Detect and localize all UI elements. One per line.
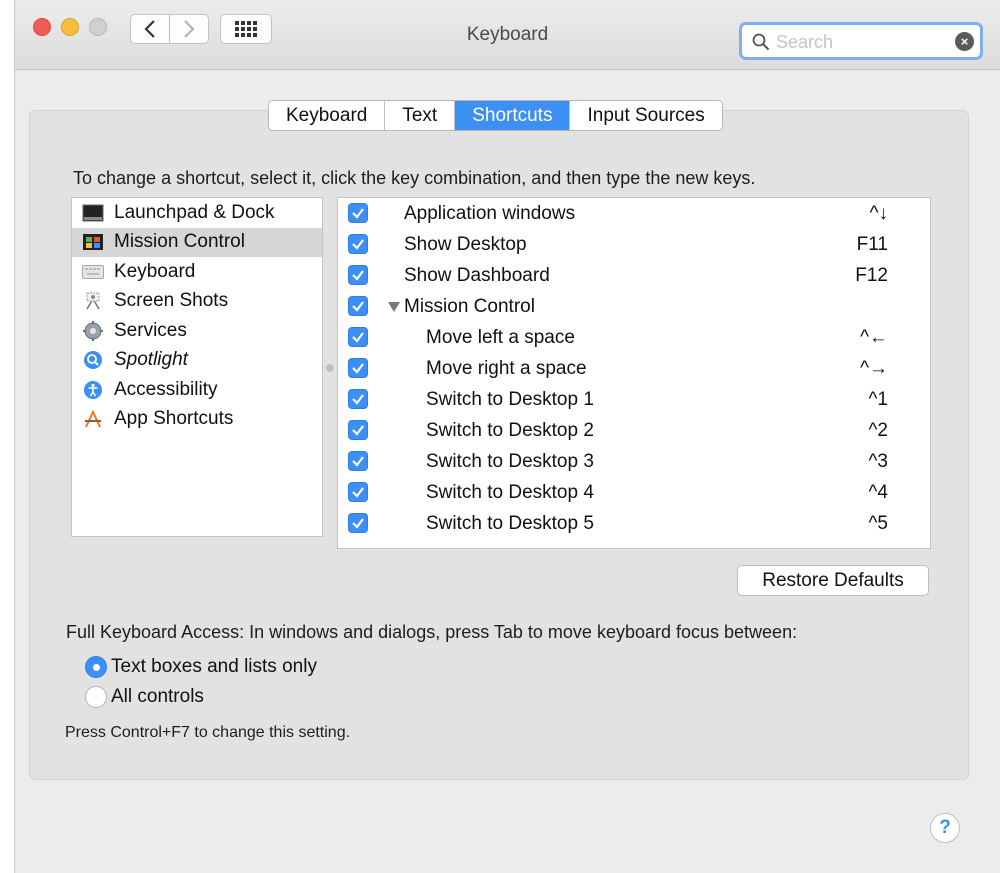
checkmark-icon [352, 239, 364, 250]
category-app-shortcuts[interactable]: App Shortcuts [72, 405, 322, 435]
keyboard-icon [82, 262, 104, 282]
shortcut-row[interactable]: Show Desktop F11 [338, 229, 930, 260]
shortcut-row[interactable]: Move right a space ^→ [338, 353, 930, 384]
shortcut-checkbox[interactable] [348, 265, 368, 285]
radio-text-boxes-only[interactable]: Text boxes and lists only [85, 656, 317, 678]
category-screen-shots[interactable]: Screen Shots [72, 287, 322, 317]
app-store-icon [82, 409, 104, 429]
shortcut-row[interactable]: Show Dashboard F12 [338, 260, 930, 291]
preferences-window: Keyboard × Keyboard Text Shortcuts Input… [14, 0, 1000, 873]
shortcut-label: Move right a space [426, 358, 587, 379]
checkmark-icon [352, 456, 364, 467]
shortcut-row[interactable]: Switch to Desktop 3 ^3 [338, 446, 930, 477]
shortcut-checkbox[interactable] [348, 296, 368, 316]
shortcut-label: Switch to Desktop 2 [426, 420, 594, 441]
shortcut-checkbox[interactable] [348, 389, 368, 409]
shortcut-key[interactable]: ^4 [869, 482, 888, 504]
category-services[interactable]: Services [72, 316, 322, 346]
full-keyboard-access-label: Full Keyboard Access: In windows and dia… [66, 622, 798, 642]
shortcut-checkbox[interactable] [348, 234, 368, 254]
checkmark-icon [352, 487, 364, 498]
shortcut-list: Application windows ^↓ Show Desktop F11 … [337, 197, 931, 549]
tab-bar: Keyboard Text Shortcuts Input Sources [268, 100, 723, 131]
shortcut-key[interactable]: ^5 [869, 513, 888, 535]
shortcut-group-label: Mission Control [404, 296, 535, 317]
checkmark-icon [352, 208, 364, 219]
shortcut-row[interactable]: Switch to Desktop 1 ^1 [338, 384, 930, 415]
shortcut-checkbox[interactable] [348, 420, 368, 440]
radio-button-selected[interactable] [85, 656, 107, 678]
category-spotlight[interactable]: Spotlight [72, 346, 322, 376]
tab-shortcuts[interactable]: Shortcuts [455, 101, 571, 130]
shortcut-key[interactable]: ^↓ [870, 203, 888, 225]
shortcut-checkbox[interactable] [348, 203, 368, 223]
shortcut-checkbox[interactable] [348, 482, 368, 502]
radio-label: All controls [111, 686, 204, 707]
shortcut-key[interactable]: ^2 [869, 420, 888, 442]
search-icon [752, 33, 770, 51]
launchpad-dock-icon [82, 203, 104, 223]
checkmark-icon [352, 332, 364, 343]
disclosure-triangle-icon[interactable] [388, 302, 400, 312]
shortcut-label: Switch to Desktop 5 [426, 513, 594, 534]
shortcut-row[interactable]: Application windows ^↓ [338, 198, 930, 229]
shortcut-label: Application windows [404, 203, 576, 224]
radio-button[interactable] [85, 686, 107, 708]
shortcut-checkbox[interactable] [348, 327, 368, 347]
checkmark-icon [352, 363, 364, 374]
tab-text[interactable]: Text [385, 101, 456, 130]
checkmark-icon [352, 270, 364, 281]
category-accessibility[interactable]: Accessibility [72, 375, 322, 405]
shortcut-checkbox[interactable] [348, 358, 368, 378]
checkmark-icon [352, 518, 364, 529]
accessibility-icon [82, 380, 104, 400]
mission-control-icon [82, 232, 104, 252]
search-input[interactable] [776, 30, 946, 54]
shortcut-checkbox[interactable] [348, 451, 368, 471]
clear-search-icon[interactable]: × [955, 32, 974, 51]
shortcut-row[interactable]: Move left a space ^← [338, 322, 930, 353]
shortcut-label: Switch to Desktop 4 [426, 482, 594, 503]
category-mission-control[interactable]: Mission Control [72, 227, 322, 257]
shortcut-checkbox[interactable] [348, 513, 368, 533]
restore-defaults-button[interactable]: Restore Defaults [737, 565, 929, 596]
shortcut-group-row[interactable]: Mission Control [338, 291, 930, 322]
help-button[interactable]: ? [930, 813, 960, 843]
category-launchpad-dock[interactable]: Launchpad & Dock [72, 198, 322, 228]
shortcut-row[interactable]: Switch to Desktop 4 ^4 [338, 477, 930, 508]
shortcut-key[interactable]: ^3 [869, 451, 888, 473]
shortcut-key[interactable]: ^1 [869, 389, 888, 411]
category-keyboard[interactable]: Keyboard [72, 257, 322, 287]
shortcut-label: Move left a space [426, 327, 575, 348]
screenshot-icon [82, 291, 104, 311]
instructions-text: To change a shortcut, select it, click t… [73, 168, 756, 188]
shortcut-label: Show Desktop [404, 234, 527, 255]
shortcut-label: Show Dashboard [404, 265, 550, 286]
category-list: Launchpad & Dock Mission Control Keyboar… [71, 197, 323, 537]
shortcut-label: Switch to Desktop 3 [426, 451, 594, 472]
split-view-handle[interactable] [326, 364, 334, 372]
tab-input-sources[interactable]: Input Sources [570, 101, 722, 130]
keyboard-access-hint: Press Control+F7 to change this setting. [65, 724, 351, 741]
gear-icon [82, 320, 104, 341]
checkmark-icon [352, 301, 364, 312]
shortcut-key[interactable]: F11 [857, 234, 888, 256]
shortcut-row[interactable]: Switch to Desktop 2 ^2 [338, 415, 930, 446]
shortcut-key[interactable]: ^→ [860, 358, 888, 380]
shortcut-label: Switch to Desktop 1 [426, 389, 594, 410]
search-field[interactable]: × [739, 22, 983, 60]
shortcut-row[interactable]: Switch to Desktop 5 ^5 [338, 508, 930, 539]
shortcut-key[interactable]: F12 [855, 265, 888, 287]
spotlight-icon [82, 350, 104, 370]
radio-label: Text boxes and lists only [111, 656, 317, 677]
radio-all-controls[interactable]: All controls [85, 686, 204, 708]
checkmark-icon [352, 394, 364, 405]
checkmark-icon [352, 425, 364, 436]
tab-keyboard[interactable]: Keyboard [269, 101, 386, 130]
shortcut-key[interactable]: ^← [860, 327, 888, 349]
toolbar: Keyboard × [15, 0, 1000, 70]
